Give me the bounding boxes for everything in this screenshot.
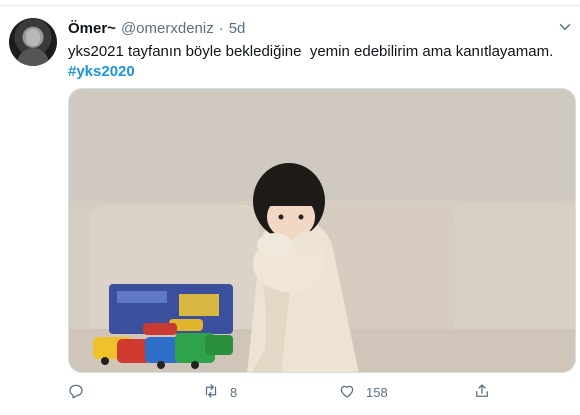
share-icon	[473, 382, 491, 403]
avatar[interactable]	[9, 18, 57, 66]
display-name[interactable]: Ömer~	[68, 20, 116, 37]
reply-icon	[67, 382, 85, 403]
tweet-actions: 8 158	[0, 381, 580, 407]
hashtag-link[interactable]: #yks2020	[68, 62, 135, 82]
like-button[interactable]: 158	[338, 381, 388, 403]
separator-dot: ·	[218, 19, 224, 37]
user-handle[interactable]: @omerxdeniz	[121, 20, 214, 37]
tweet-timestamp[interactable]: 5d	[229, 20, 246, 37]
retweet-button[interactable]: 8	[202, 381, 237, 403]
tweet-header: Ömer~ @omerxdeniz · 5d	[68, 18, 245, 38]
reply-button[interactable]	[67, 381, 85, 403]
chevron-down-icon[interactable]	[556, 18, 574, 36]
tweet[interactable]: Ömer~ @omerxdeniz · 5d yks2021 tayfanın …	[0, 6, 580, 415]
heart-icon	[338, 382, 356, 403]
retweet-count: 8	[230, 384, 238, 400]
like-count: 158	[366, 384, 388, 400]
retweet-icon	[202, 382, 220, 403]
tweet-text: yks2021 tayfanın böyle beklediğine yemin…	[68, 43, 554, 60]
tweet-photo[interactable]	[68, 88, 576, 373]
share-button[interactable]	[473, 381, 491, 403]
